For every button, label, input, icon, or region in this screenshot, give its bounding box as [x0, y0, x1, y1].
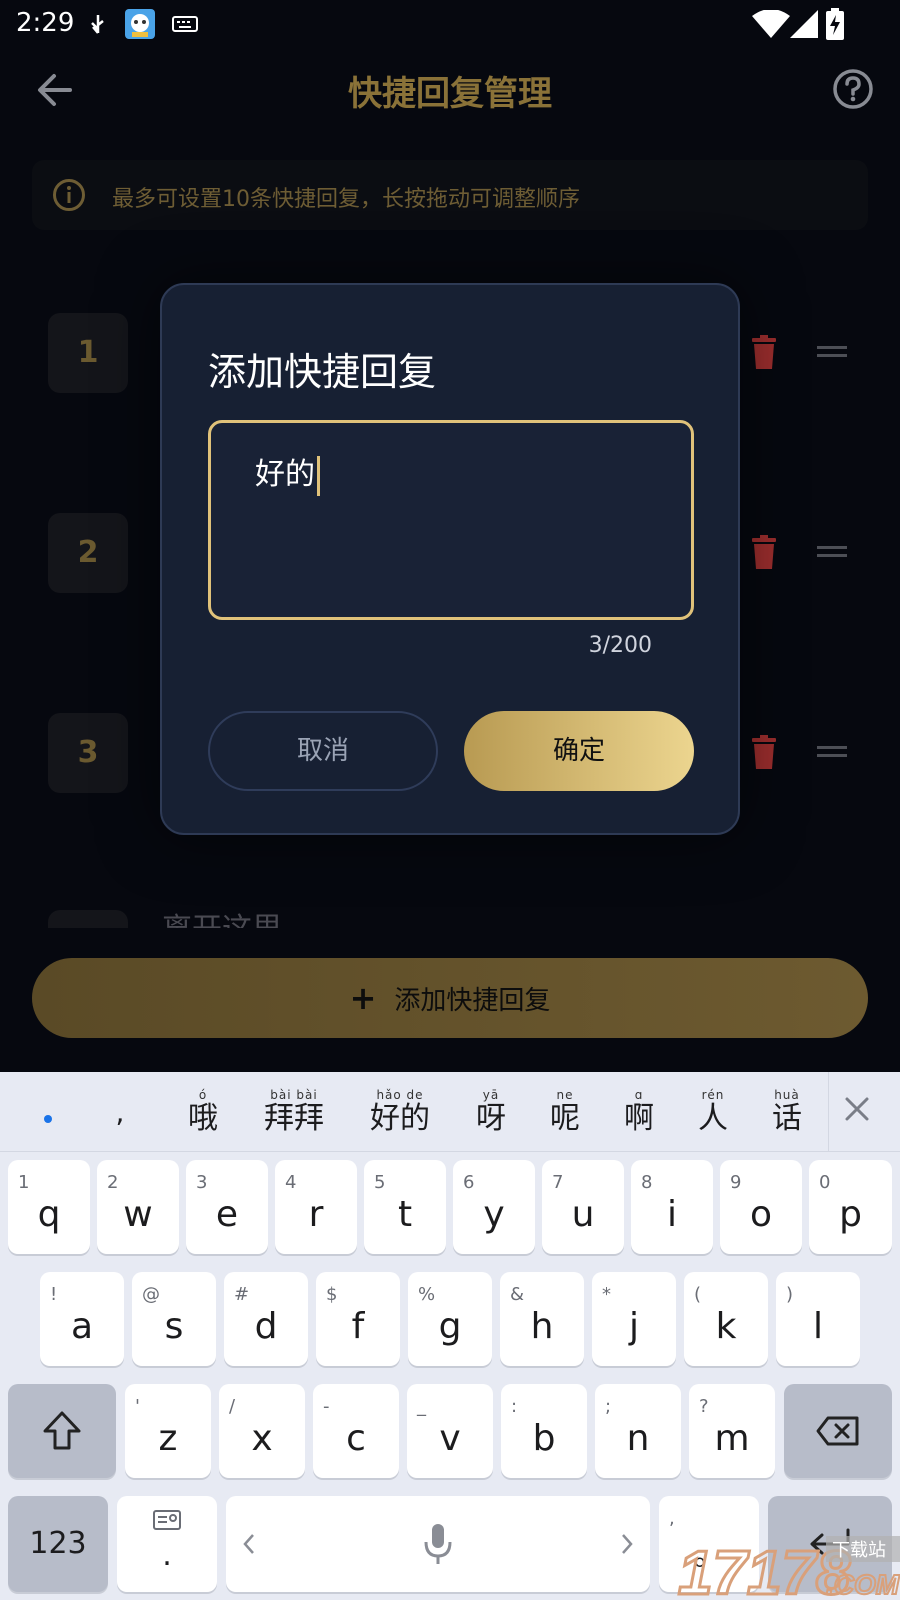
numbers-key[interactable]: 123 — [8, 1496, 108, 1592]
info-banner: 最多可设置10条快捷回复，长按拖动可调整顺序 — [32, 160, 868, 230]
key-l[interactable]: ) l — [776, 1272, 860, 1366]
cancel-button[interactable]: 取消 — [208, 711, 438, 791]
app-header: 快捷回复管理 — [0, 52, 900, 152]
key-o[interactable]: 9o — [720, 1160, 802, 1254]
shift-key[interactable] — [8, 1384, 116, 1478]
key-t[interactable]: 5t — [364, 1160, 446, 1254]
page-title: 快捷回复管理 — [348, 74, 552, 114]
key-r[interactable]: 4r — [275, 1160, 357, 1254]
status-bar: 2:29 — [0, 0, 900, 52]
key-c[interactable]: -c — [313, 1384, 399, 1478]
add-reply-button[interactable]: + 添加快捷回复 — [32, 958, 868, 1038]
key-i[interactable]: 8i — [631, 1160, 713, 1254]
row-number: 3 — [48, 713, 128, 793]
key-m[interactable]: ? m — [689, 1384, 775, 1478]
candidate-item[interactable]: bài bài 拜拜 — [252, 1072, 336, 1152]
key-u[interactable]: 7u — [542, 1160, 624, 1254]
candidate-bar: , ó哦 bài bài 拜拜 hǎo de 好的 yā 呀 ne 呢 ɑ啊 rén 人 … — [0, 1072, 900, 1152]
contact-card-icon — [153, 1510, 181, 1530]
candidate-dot — [44, 1115, 52, 1123]
candidate-item[interactable]: yā 呀 — [464, 1072, 518, 1152]
candidate-item[interactable]: ne 呢 — [538, 1072, 592, 1152]
backspace-icon — [816, 1416, 859, 1446]
drag-handle-icon[interactable] — [817, 343, 847, 361]
candidate-item[interactable]: hǎo de 好的 — [358, 1072, 442, 1152]
trash-icon[interactable] — [750, 735, 778, 769]
drag-handle-icon[interactable] — [817, 543, 847, 561]
info-icon — [53, 179, 85, 211]
row-number — [48, 910, 128, 928]
site-watermark-logo: 17178 下载站 .COM — [677, 1536, 900, 1600]
info-text: 最多可设置10条快捷回复，长按拖动可调整顺序 — [112, 187, 580, 212]
close-icon[interactable] — [842, 1094, 872, 1124]
key-b[interactable]: :b — [501, 1384, 587, 1478]
svg-text:.COM: .COM — [826, 1569, 900, 1600]
key-p[interactable]: 0p — [809, 1160, 892, 1254]
list-item[interactable]: 离开这里 — [0, 910, 900, 928]
key-f[interactable]: $ f — [316, 1272, 400, 1366]
char-count: 3/200 — [588, 633, 652, 658]
key-q[interactable]: 1q — [8, 1160, 90, 1254]
key-w[interactable]: 2w — [97, 1160, 179, 1254]
input-value[interactable]: 好的 — [255, 449, 320, 496]
chevron-right-icon — [622, 1534, 633, 1554]
svg-text:17178: 17178 — [678, 1539, 851, 1600]
drag-handle-icon[interactable] — [817, 743, 847, 761]
soft-keyboard: , ó哦 bài bài 拜拜 hǎo de 好的 yā 呀 ne 呢 ɑ啊 rén 人 … — [0, 1072, 900, 1600]
reply-text-input[interactable]: 好的 — [208, 420, 694, 620]
text-caret — [317, 455, 320, 496]
key-n[interactable]: ; n — [595, 1384, 681, 1478]
period-key[interactable]: . — [117, 1496, 217, 1592]
candidate-item[interactable]: huà 话 — [760, 1072, 814, 1152]
candidate-item[interactable]: ɑ啊 — [612, 1072, 666, 1152]
shift-icon — [43, 1411, 81, 1450]
backspace-key[interactable] — [784, 1384, 892, 1478]
candidate-item[interactable]: , — [100, 1072, 140, 1152]
key-v[interactable]: _ v — [407, 1384, 493, 1478]
chevron-left-icon — [243, 1534, 254, 1554]
key-x[interactable]: / x — [219, 1384, 305, 1478]
confirm-button[interactable]: 确定 — [464, 711, 694, 791]
row-number: 1 — [48, 313, 128, 393]
battery-charging-icon — [826, 8, 844, 40]
space-key[interactable] — [226, 1496, 650, 1592]
row-text: 离开这里 — [162, 910, 282, 928]
status-time: 2:29 — [16, 8, 75, 38]
key-j[interactable]: * j — [592, 1272, 676, 1366]
add-reply-dialog: 添加快捷回复 好的 3/200 取消 确定 — [160, 283, 740, 835]
key-g[interactable]: % g — [408, 1272, 492, 1366]
keyboard-status-icon — [172, 16, 198, 32]
svg-text:下载站: 下载站 — [832, 1540, 886, 1561]
microphone-icon — [424, 1524, 452, 1564]
add-reply-label: 添加快捷回复 — [394, 985, 551, 1016]
wifi-icon — [752, 10, 790, 38]
key-d[interactable]: # d — [224, 1272, 308, 1366]
key-h[interactable]: & h — [500, 1272, 584, 1366]
row-number: 2 — [48, 513, 128, 593]
key-e[interactable]: 3e — [186, 1160, 268, 1254]
plus-icon: + — [349, 979, 377, 1017]
key-y[interactable]: 6y — [453, 1160, 535, 1254]
candidate-item[interactable]: ó哦 — [176, 1072, 230, 1152]
dialog-title: 添加快捷回复 — [208, 350, 437, 394]
app-notification-icon — [125, 9, 155, 39]
trash-icon[interactable] — [750, 535, 778, 569]
key-s[interactable]: @ s — [132, 1272, 216, 1366]
trash-icon[interactable] — [750, 335, 778, 369]
usb-debug-icon — [91, 15, 104, 34]
candidate-period[interactable] — [28, 1072, 68, 1152]
cellular-signal-icon — [790, 10, 818, 38]
candidate-divider — [828, 1072, 829, 1152]
key-a[interactable]: ! a — [40, 1272, 124, 1366]
help-icon[interactable] — [832, 68, 874, 110]
key-z[interactable]: ' z — [125, 1384, 211, 1478]
key-k[interactable]: (k — [684, 1272, 768, 1366]
candidate-item[interactable]: rén 人 — [686, 1072, 740, 1152]
